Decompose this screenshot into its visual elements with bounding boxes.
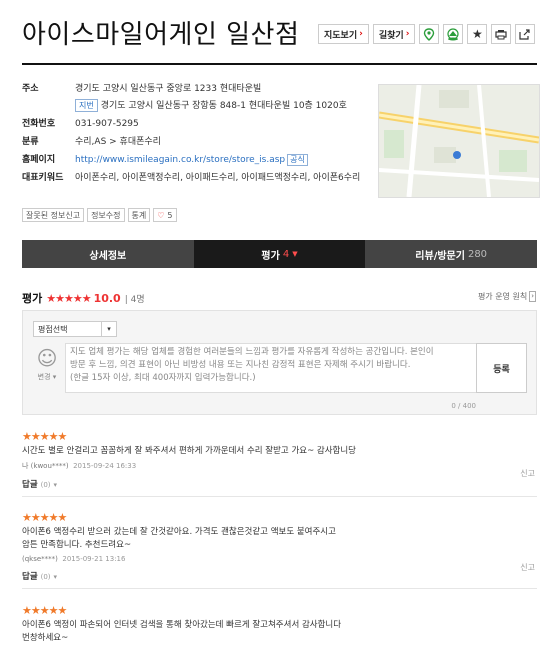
phone-label: 전화번호 xyxy=(22,119,56,129)
rating-policy-link[interactable]: 평가 운영 원칙 › xyxy=(478,291,536,302)
header-actions: 지도보기 › 길찾기 › ★ xyxy=(318,24,536,44)
rating-select-label: 평점선택 xyxy=(38,324,68,334)
report-button[interactable]: 신고 xyxy=(520,468,535,479)
tab-rating-label: 평가 xyxy=(261,250,280,262)
info-actions: 잘못된 정보신고 정보수정 통계 ♡ 5 xyxy=(22,208,177,222)
tab-review[interactable]: 리뷰/방문기 280 xyxy=(365,240,537,268)
review-text-line-1: 아이폰6 액정이 파손되어 인터넷 검색을 통해 찾아갔는데 빠르게 잘고쳐주셔… xyxy=(22,620,342,630)
stats-button[interactable]: 통계 xyxy=(127,208,151,222)
change-button[interactable]: 변경 ▾ xyxy=(33,372,61,382)
review-form: 평점선택 ▾ ☺ 변경 ▾ 지도 업체 평가는 해당 업체를 경험한 여러분들의 … xyxy=(22,310,537,415)
keywords-label: 대표키워드 xyxy=(22,173,64,183)
tab-detail-label: 상세정보 xyxy=(89,250,127,262)
rating-count-value: 4명 xyxy=(130,294,145,305)
reply-toggle[interactable]: 답글 (0) ▾ xyxy=(22,570,537,582)
rating-heading: 평가 ★★★★★ 10.0 | 4명 xyxy=(22,290,145,306)
reply-count: (0) xyxy=(40,481,51,489)
review-text-line-1: 아이폰6 액정수리 받으러 갔는데 잘 간것같아요. 가격도 괜찮은것같고 액보… xyxy=(22,527,336,537)
placeholder-line-1: 지도 업체 평가는 해당 업체를 경험한 여러분들의 느낌과 평가를 자유롭게 … xyxy=(70,347,434,357)
review-author: (qkse****) xyxy=(22,555,58,563)
chevron-right-icon: › xyxy=(529,291,536,302)
report-button[interactable]: 신고 xyxy=(520,562,535,573)
chevron-right-icon: › xyxy=(359,29,363,39)
address-value: 경기도 고양시 일산동구 중앙로 1233 현대타운빌 xyxy=(75,84,262,94)
like-button[interactable]: ♡ 5 xyxy=(153,208,177,222)
review-stars: ★★★★★ xyxy=(22,511,67,524)
jibun-tag: 지번 xyxy=(75,99,98,112)
chevron-down-icon: ▾ xyxy=(101,322,116,336)
reply-count: (0) xyxy=(40,573,51,581)
rating-stars: ★★★★★ xyxy=(46,291,91,305)
edit-info-button[interactable]: 정보수정 xyxy=(87,208,125,222)
rating-select[interactable]: 평점선택 ▾ xyxy=(33,321,117,337)
tab-bar: 상세정보 평가 4 ▼ 리뷰/방문기 280 xyxy=(22,240,537,268)
navigation-icon[interactable] xyxy=(443,24,464,44)
header-divider xyxy=(22,63,537,65)
placeholder-line-2: 방문 후 느낌, 의견 표현이 아닌 비방성 내용 또는 지나친 감정적 표현은… xyxy=(70,360,411,370)
chevron-down-icon: ▾ xyxy=(53,481,58,489)
review-text: 시간도 별로 안걸리고 꼼꼼하게 잘 봐주셔서 편하게 가까운데서 수리 잘받고… xyxy=(22,446,357,456)
wrong-info-button[interactable]: 잘못된 정보신고 xyxy=(22,208,85,222)
tab-detail[interactable]: 상세정보 xyxy=(22,240,194,268)
address-label: 주소 xyxy=(22,84,39,94)
tab-rating-count: 4 xyxy=(282,248,290,260)
review-item: ★★★★★ 시간도 별로 안걸리고 꼼꼼하게 잘 봐주셔서 편하게 가까운데서 … xyxy=(22,431,537,497)
homepage-label: 홈페이지 xyxy=(22,155,56,165)
review-text: 아이폰6 액정이 파손되어 인터넷 검색을 통해 찾아갔는데 빠르게 잘고쳐주셔… xyxy=(22,619,537,645)
smiley-icon: ☺ xyxy=(36,346,58,370)
review-stars: ★★★★★ xyxy=(22,430,67,443)
place-info: 주소 경기도 고양시 일산동구 중앙로 1233 현대타운빌 지번 경기도 고양시… xyxy=(22,83,372,190)
change-label: 변경 xyxy=(37,373,51,381)
category-value: 수리,AS > 휴대폰수리 xyxy=(75,137,161,147)
review-item: ★★★★★ 아이폰6 액정수리 받으러 갔는데 잘 간것같아요. 가격도 괜찮은… xyxy=(22,512,537,589)
placeholder-line-3: (한글 15자 이상, 최대 400자까지 입력가능합니다.) xyxy=(70,373,256,383)
rating-count: | 4명 xyxy=(124,294,145,305)
homepage-link[interactable]: http://www.ismileagain.co.kr/store/store… xyxy=(75,155,285,165)
review-author: 나 (kwou****) xyxy=(22,462,69,470)
review-item: ★★★★★ 아이폰6 액정이 파손되어 인터넷 검색을 통해 찾아갔는데 빠르게… xyxy=(22,605,537,645)
review-text-line-2: 암튼 만족합니다. 추천드려요~ xyxy=(22,540,132,550)
heart-icon: ♡ xyxy=(157,210,165,220)
official-tag: 공식 xyxy=(287,154,308,166)
submit-button[interactable]: 등록 xyxy=(476,343,527,393)
tab-review-count: 280 xyxy=(467,248,488,260)
review-date: 2015-09-24 16:33 xyxy=(73,462,137,470)
caret-down-icon: ▼ xyxy=(292,250,298,258)
review-text: 아이폰6 액정수리 받으러 갔는데 잘 간것같아요. 가격도 괜찮은것같고 액보… xyxy=(22,526,537,552)
map-thumbnail[interactable] xyxy=(378,84,540,198)
tab-review-label: 리뷰/방문기 xyxy=(415,250,465,262)
jibun-address: 경기도 고양시 일산동구 장항동 848-1 현대타운빌 10층 1020호 xyxy=(100,101,347,111)
chevron-down-icon: ▾ xyxy=(53,573,58,581)
like-count: 5 xyxy=(167,210,173,220)
review-textarea[interactable]: 지도 업체 평가는 해당 업체를 경험한 여러분들의 느낌과 평가를 자유롭게 … xyxy=(65,343,477,393)
route-button[interactable]: 길찾기 › xyxy=(372,24,416,44)
keywords-value: 아이폰수리, 아이폰액정수리, 아이패드수리, 아이패드액정수리, 아이폰6수리 xyxy=(75,173,361,183)
review-stars: ★★★★★ xyxy=(22,604,67,617)
reply-label: 답글 xyxy=(22,480,38,490)
share-icon[interactable] xyxy=(515,24,536,44)
reply-label: 답글 xyxy=(22,572,38,582)
map-pin-icon[interactable] xyxy=(419,24,440,44)
print-icon[interactable] xyxy=(491,24,512,44)
route-label: 길찾기 xyxy=(378,30,404,41)
map-view-button[interactable]: 지도보기 › xyxy=(318,24,369,44)
page-title: 아이스마일어게인 일산점 xyxy=(22,20,300,50)
rating-title: 평가 xyxy=(22,292,43,305)
review-text-line-2: 번창하세요~ xyxy=(22,633,69,643)
map-view-label: 지도보기 xyxy=(324,30,358,41)
review-divider xyxy=(22,496,537,497)
review-divider xyxy=(22,588,537,589)
chevron-right-icon: › xyxy=(405,29,410,39)
phone-value[interactable]: 031-907-5295 xyxy=(75,118,139,131)
char-counter: 0 / 400 xyxy=(451,402,476,410)
tab-rating[interactable]: 평가 4 ▼ xyxy=(193,240,366,268)
reply-toggle[interactable]: 답글 (0) ▾ xyxy=(22,478,537,490)
category-label: 분류 xyxy=(22,137,39,147)
rating-policy-label: 평가 운영 원칙 xyxy=(477,292,528,301)
rating-score: 10.0 xyxy=(93,291,121,305)
star-icon[interactable]: ★ xyxy=(467,24,488,44)
review-date: 2015-09-21 13:16 xyxy=(62,555,126,563)
